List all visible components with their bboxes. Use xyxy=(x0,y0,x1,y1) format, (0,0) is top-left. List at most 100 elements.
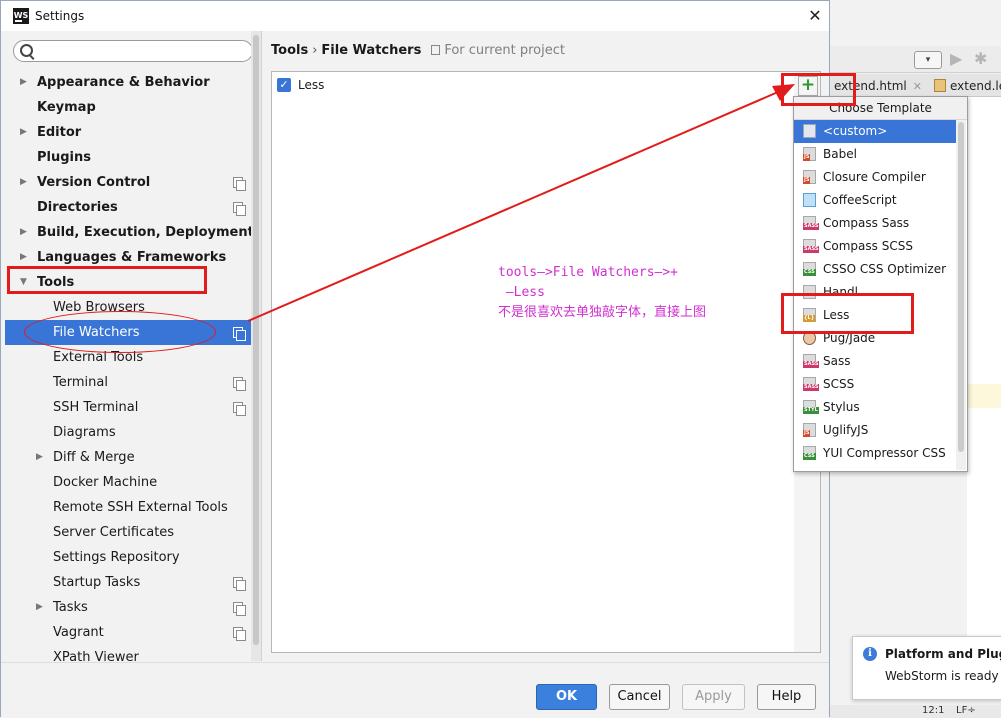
template-label: <custom> xyxy=(823,124,888,138)
settings-tree: ▶ Appearance & Behavior Keymap ▶ Editor Plugi… xyxy=(5,70,261,661)
notification-balloon[interactable]: i Platform and Plugi WebStorm is ready t xyxy=(852,636,1001,700)
annotation-ellipse-file-watchers xyxy=(24,311,216,353)
file-type-tag: SASS xyxy=(803,246,820,253)
sidebar-item-label: Appearance & Behavior xyxy=(37,75,210,90)
file-type-tag: JS xyxy=(803,154,811,161)
project-level-icon xyxy=(233,602,246,616)
close-button[interactable]: ✕ xyxy=(801,4,829,28)
sidebar-item-server-certificates[interactable]: Server Certificates xyxy=(5,520,261,545)
popup-scrollbar[interactable] xyxy=(956,120,966,470)
run-icon[interactable]: ▶ xyxy=(950,49,962,68)
watcher-label: Less xyxy=(298,78,325,92)
sidebar-item-label: SSH Terminal xyxy=(53,400,139,415)
sidebar-item-label: Version Control xyxy=(37,175,151,190)
template-item[interactable]: CoffeeScript xyxy=(794,189,956,212)
chevron-right-icon[interactable]: ▶ xyxy=(36,445,43,470)
sidebar-item-appearance-behavior[interactable]: ▶ Appearance & Behavior xyxy=(5,70,261,95)
cursor-position[interactable]: 12:1 xyxy=(922,705,944,716)
sidebar-item-label: Build, Execution, Deployment xyxy=(37,225,254,240)
template-label: SCSS xyxy=(823,377,855,391)
tab-label: extend.le xyxy=(950,79,1001,93)
sidebar-item-keymap[interactable]: Keymap xyxy=(5,95,261,120)
search-input[interactable] xyxy=(36,42,250,60)
sidebar-item-label: Directories xyxy=(37,200,118,215)
template-item[interactable]: JS Closure Compiler xyxy=(794,166,956,189)
sidebar-item-terminal[interactable]: Terminal xyxy=(5,370,261,395)
sidebar-item-plugins[interactable]: Plugins xyxy=(5,145,261,170)
template-item[interactable]: JS Babel xyxy=(794,143,956,166)
ok-button[interactable]: OK xyxy=(536,684,597,710)
sidebar-item-label: Keymap xyxy=(37,100,96,115)
sidebar-item-label: Vagrant xyxy=(53,625,104,640)
template-item[interactable]: CSS CSSO CSS Optimizer xyxy=(794,258,956,281)
template-item[interactable]: JS UglifyJS xyxy=(794,419,956,442)
title-bar[interactable]: WS Settings ✕ xyxy=(1,1,829,31)
chevron-right-icon[interactable]: ▶ xyxy=(36,595,43,620)
cancel-button[interactable]: Cancel xyxy=(609,684,670,710)
scope-label: For current project xyxy=(444,43,565,58)
sidebar-item-diff-merge[interactable]: ▶ Diff & Merge xyxy=(5,445,261,470)
run-config-dropdown[interactable]: ▾ xyxy=(914,51,942,69)
sidebar-item-xpath-viewer[interactable]: XPath Viewer xyxy=(5,645,261,661)
scrollbar-thumb[interactable] xyxy=(253,35,259,645)
window-title: Settings xyxy=(35,9,85,23)
annotation-line-1: tools—>File Watchers—>+ xyxy=(498,265,679,280)
template-item[interactable]: SASS Compass Sass xyxy=(794,212,956,235)
project-level-icon xyxy=(233,177,246,191)
notification-title: Platform and Plugi xyxy=(885,647,1001,661)
template-item[interactable]: <custom> xyxy=(794,120,956,143)
template-item[interactable]: CSS YUI Compressor CSS xyxy=(794,442,956,465)
tab-extend-less[interactable]: extend.le xyxy=(934,76,1001,96)
chevron-right-icon[interactable]: ▶ xyxy=(20,120,27,145)
help-button[interactable]: Help xyxy=(757,684,816,710)
notification-body: WebStorm is ready t xyxy=(885,669,1001,683)
sidebar-item-remote-ssh-external-tools[interactable]: Remote SSH External Tools xyxy=(5,495,261,520)
sidebar-item-editor[interactable]: ▶ Editor xyxy=(5,120,261,145)
info-icon: i xyxy=(863,647,877,661)
template-item[interactable]: SASS Compass SCSS xyxy=(794,235,956,258)
sidebar-item-settings-repository[interactable]: Settings Repository xyxy=(5,545,261,570)
annotation-line-3: 不是很喜欢去单独敲字体，直接上图 xyxy=(498,305,707,320)
apply-button[interactable]: Apply xyxy=(682,684,745,710)
sidebar-item-tasks[interactable]: ▶ Tasks xyxy=(5,595,261,620)
sidebar-item-vagrant[interactable]: Vagrant xyxy=(5,620,261,645)
chevron-right-icon[interactable]: ▶ xyxy=(20,170,27,195)
template-label: Babel xyxy=(823,147,857,161)
chevron-right-icon[interactable]: ▶ xyxy=(20,70,27,95)
sass-file-icon: SASS xyxy=(803,239,820,253)
template-label: Compass Sass xyxy=(823,216,910,230)
enabled-checkbox[interactable]: ✓ xyxy=(277,78,291,92)
annotation-box-add xyxy=(781,73,856,106)
sidebar-item-diagrams[interactable]: Diagrams xyxy=(5,420,261,445)
project-level-icon xyxy=(233,202,246,216)
sidebar-item-label: Docker Machine xyxy=(53,475,158,490)
sidebar-scrollbar[interactable] xyxy=(251,31,261,661)
webstorm-app-icon: WS xyxy=(13,8,29,24)
sidebar-item-version-control[interactable]: ▶ Version Control xyxy=(5,170,261,195)
breadcrumb-file-watchers: File Watchers xyxy=(321,43,422,58)
chevron-right-icon[interactable]: ▶ xyxy=(20,220,27,245)
project-scope-icon xyxy=(431,45,441,55)
sidebar-item-ssh-terminal[interactable]: SSH Terminal xyxy=(5,395,261,420)
sidebar-item-docker-machine[interactable]: Docker Machine xyxy=(5,470,261,495)
sidebar-item-directories[interactable]: Directories xyxy=(5,195,261,220)
status-bar: 12:1 LF÷ xyxy=(830,705,1001,717)
search-box[interactable] xyxy=(13,40,253,62)
project-level-icon xyxy=(233,627,246,641)
sidebar-item-startup-tasks[interactable]: Startup Tasks xyxy=(5,570,261,595)
close-icon[interactable]: ✕ xyxy=(913,80,922,93)
sidebar-item-build-execution-deployment[interactable]: ▶ Build, Execution, Deployment xyxy=(5,220,261,245)
breadcrumb: Tools › File Watchers For current project xyxy=(271,43,565,58)
template-item[interactable]: SASS Sass xyxy=(794,350,956,373)
template-item[interactable]: SASS SCSS xyxy=(794,373,956,396)
scrollbar-thumb[interactable] xyxy=(958,122,964,452)
template-item[interactable]: STYL Stylus xyxy=(794,396,956,419)
file-watchers-list[interactable]: ✓ Less xyxy=(271,71,796,653)
annotation-line-2: —Less xyxy=(498,285,545,300)
breadcrumb-tools: Tools xyxy=(271,43,309,58)
debug-icon[interactable]: ✱ xyxy=(974,49,987,68)
annotation-box-less xyxy=(781,293,914,334)
line-separator[interactable]: LF÷ xyxy=(956,705,976,716)
editor-area[interactable] xyxy=(967,97,1001,657)
sidebar-item-label: XPath Viewer xyxy=(53,650,139,661)
